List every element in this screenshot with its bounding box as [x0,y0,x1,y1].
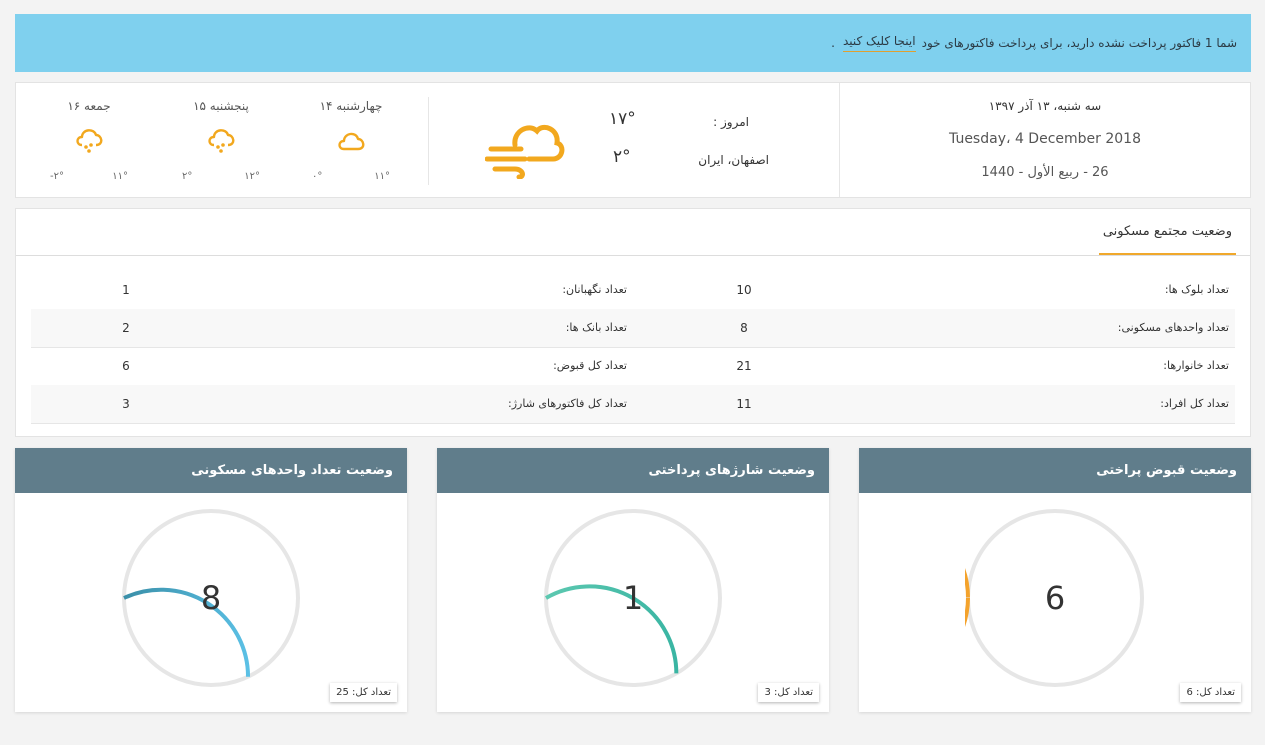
gauge-value: 8 [200,579,222,617]
forecast-day-name: چهارشنبه ۱۴ [319,99,383,113]
card-title: وضعیت شارژهای پرداختی [437,448,829,493]
today-weather: امروز : اصفهان، ایران ۱۷° ۲° [428,97,839,185]
row-label: تعداد کل فاکتورهای شارژ: [508,397,627,410]
forecast-day: چهارشنبه ۱۴ ۰° ۱۱° [296,83,406,197]
temp-high: ۱۷° [609,109,636,129]
row-label: تعداد واحدهای مسکونی: [1117,321,1229,334]
date-persian: سه شنبه، ۱۳ آذر ۱۳۹۷ [988,99,1102,113]
total-badge: تعداد کل: 25 [330,683,397,702]
card-paid-charges: وضعیت شارژهای پرداختی 1 تعداد کل: 3 [437,448,829,712]
row-value: 8 [740,321,748,335]
forecast-low: ۰° [312,171,323,182]
row-value: 6 [122,359,130,373]
table-row: تعداد خانوارها: 21 تعداد کل قبوض: 6 [31,347,1235,386]
table-row: تعداد کل افراد: 11 تعداد کل فاکتورهای شا… [31,385,1235,424]
table-row: تعداد بلوک ها: 10 تعداد نگهبانان: 1 [31,271,1235,310]
forecast-day-name: پنجشنبه ۱۵ [193,99,249,113]
cloud-icon [338,132,365,151]
alert-suffix: . [831,36,835,50]
row-value: 21 [736,359,752,373]
gauge-value: 6 [1044,579,1066,617]
row-value: 10 [736,283,752,297]
tab-complex-status[interactable]: وضعیت مجتمع مسکونی [1098,209,1236,255]
card-title: وضعیت تعداد واحدهای مسکونی [15,448,407,493]
forecast-high: ۱۲° [244,171,260,182]
row-label: تعداد نگهبانان: [562,283,627,296]
forecast-low: ۲° [182,171,193,182]
tab-bar: وضعیت مجتمع مسکونی [16,209,1250,256]
card-paid-bills: وضعیت قبوض پراختی 6 تعداد کل: 6 [859,448,1251,712]
row-label: تعداد بانک ها: [565,321,627,334]
row-value: 3 [122,397,130,411]
row-label: تعداد کل افراد: [1160,397,1229,410]
forecast-day: پنجشنبه ۱۵ ۲° ۱۲° [166,83,276,197]
table-row: تعداد واحدهای مسکونی: 8 تعداد بانک ها: 2 [31,309,1235,348]
row-value: 2 [122,321,130,335]
date-block: سه شنبه، ۱۳ آذر ۱۳۹۷ Tuesday، 4 December… [839,83,1250,197]
card-residential-units: وضعیت تعداد واحدهای مسکونی 8 تعداد کل: 2… [15,448,407,712]
gauge-value: 1 [622,579,644,617]
forecast-high: ۱۱° [112,171,128,182]
forecast-low: -۲° [50,171,64,182]
date-gregorian: Tuesday، 4 December 2018 [949,131,1141,147]
row-label: تعداد بلوک ها: [1164,283,1229,296]
pay-invoices-link[interactable]: اینجا کلیک کنید [842,34,916,52]
forecast-day-name: جمعه ۱۶ [67,99,111,113]
total-badge: تعداد کل: 6 [1180,683,1241,702]
location-label: اصفهان، ایران [698,153,769,167]
forecast-high: ۱۱° [374,171,390,182]
temp-low: ۲° [613,147,631,167]
cloud-rain-icon [208,129,235,153]
wind-cloud-icon [485,125,565,179]
unpaid-invoice-alert: شما 1 فاکتور پرداخت نشده دارید، برای پرد… [15,14,1251,72]
forecast-day: جمعه ۱۶ -۲° ۱۱° [34,83,144,197]
weather-panel: سه شنبه، ۱۳ آذر ۱۳۹۷ Tuesday، 4 December… [15,82,1251,198]
row-value: 1 [122,283,130,297]
row-value: 11 [736,397,752,411]
row-label: تعداد خانوارها: [1163,359,1229,372]
total-badge: تعداد کل: 3 [758,683,819,702]
card-title: وضعیت قبوض پراختی [859,448,1251,493]
date-hijri: 26 - ربيع الأول - 1440 [981,165,1109,180]
alert-text: شما 1 فاکتور پرداخت نشده دارید، برای پرد… [921,36,1237,50]
cloud-rain-icon [76,129,103,153]
complex-status-panel: وضعیت مجتمع مسکونی تعداد بلوک ها: 10 تعد… [15,208,1251,437]
row-label: تعداد کل قبوض: [553,359,627,372]
forecast-list: چهارشنبه ۱۴ ۰° ۱۱° پنجشنبه ۱۵ ۲° ۱۲° جمع… [36,83,406,197]
today-label: امروز : [713,115,749,129]
